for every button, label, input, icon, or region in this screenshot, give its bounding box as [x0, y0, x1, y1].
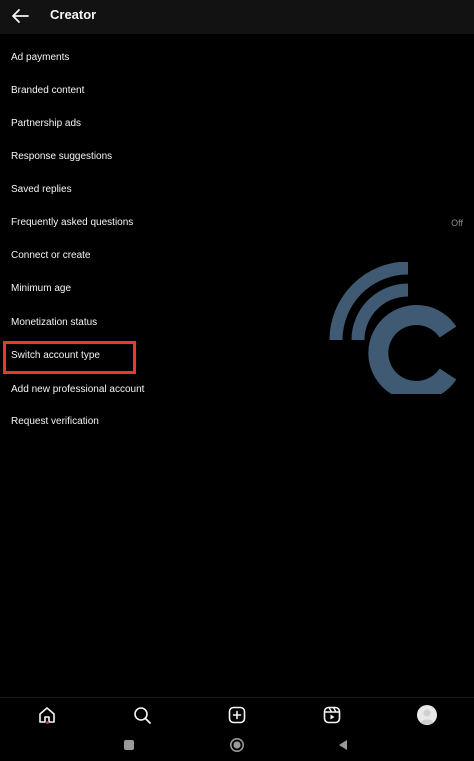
menu-item-label: Add new professional account	[11, 384, 145, 395]
profile-avatar[interactable]	[417, 705, 437, 725]
page-title: Creator	[50, 7, 97, 22]
avatar-silhouette-icon	[420, 709, 434, 724]
menu-item-label: Connect or create	[11, 250, 91, 261]
menu-item-label: Partnership ads	[11, 118, 82, 129]
menu-item-label: Ad payments	[11, 52, 70, 63]
menu-item-branded-content[interactable]: Branded content	[0, 75, 474, 108]
back-triangle-icon[interactable]	[337, 738, 349, 752]
menu-item-label: Saved replies	[11, 184, 72, 195]
watermark-logo	[329, 262, 457, 394]
notification-dot	[46, 721, 49, 724]
menu-item-label: Response suggestions	[11, 151, 113, 162]
menu-item-label: Minimum age	[11, 283, 72, 294]
home-circle-icon[interactable]	[229, 737, 245, 753]
system-navigation-bar	[0, 731, 474, 761]
create-icon[interactable]	[226, 704, 248, 726]
menu-item-response-suggestions[interactable]: Response suggestions	[0, 141, 474, 174]
menu-item-partnership-ads[interactable]: Partnership ads	[0, 108, 474, 141]
search-icon[interactable]	[131, 704, 153, 726]
menu-item-saved-replies[interactable]: Saved replies	[0, 174, 474, 207]
reels-icon[interactable]	[321, 704, 343, 726]
recents-icon[interactable]	[123, 739, 135, 751]
menu-item-ad-payments[interactable]: Ad payments	[0, 42, 474, 75]
menu-item-request-verification[interactable]: Request verification	[0, 406, 474, 439]
highlight-annotation-box	[3, 341, 136, 374]
menu-item-label: Request verification	[11, 416, 99, 427]
menu-item-faq[interactable]: Frequently asked questions Off	[0, 207, 474, 240]
menu-item-label: Branded content	[11, 85, 85, 96]
menu-item-label: Frequently asked questions	[11, 217, 134, 228]
faq-status-value: Off	[451, 218, 463, 228]
menu-item-label: Monetization status	[11, 317, 98, 328]
top-app-bar: Creator	[0, 0, 474, 34]
bottom-navigation-bar	[0, 697, 474, 732]
arrow-left-icon[interactable]	[10, 6, 30, 26]
